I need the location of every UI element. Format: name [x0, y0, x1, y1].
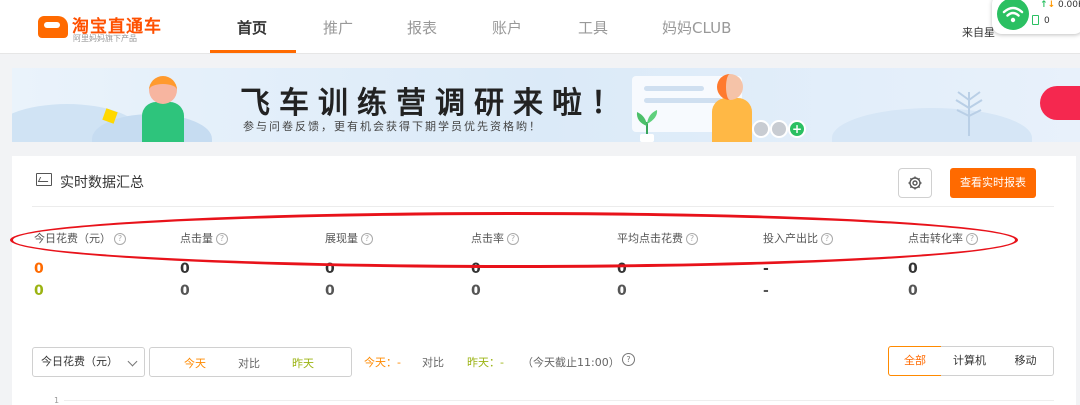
banner-title: 飞车训练营调研来啦！: [240, 86, 630, 121]
metric-select[interactable]: 今日花费（元）: [32, 347, 145, 377]
illustration-person-head: [717, 74, 743, 100]
banner-participate-button[interactable]: 参: [1040, 86, 1080, 120]
network-speed: 0.00K/: [1057, 0, 1080, 10]
leaf-decoration-icon: [955, 91, 983, 136]
help-icon[interactable]: ?: [622, 353, 635, 366]
chart-axis-line: [64, 400, 1054, 401]
nav-reports[interactable]: 报表: [407, 17, 437, 38]
upload-arrow-icon: ↑: [1040, 0, 1048, 10]
user-info[interactable]: 来自星: [962, 24, 995, 40]
nav-mama-club[interactable]: 妈妈CLUB: [662, 17, 731, 38]
card-title: 实时数据汇总: [60, 175, 144, 191]
view-realtime-report-button[interactable]: 查看实时报表: [950, 168, 1036, 198]
download-arrow-icon: ↓: [1047, 0, 1056, 10]
nav-tools[interactable]: 工具: [578, 17, 608, 38]
highlight-annotation: [10, 212, 1018, 268]
chart-axis-tick: 1: [54, 396, 60, 405]
metric-yesterday-cpc: 0: [617, 283, 627, 299]
chart-icon: [36, 173, 52, 186]
legend-today: 今天：-: [364, 356, 401, 369]
promo-banner[interactable]: 飞车训练营调研来啦！ 参与问卷反馈，更有机会获得下期学员优先资格哟！ + 参: [12, 68, 1080, 142]
compare-vs-label: 对比: [238, 357, 260, 370]
network-speed-widget: ↑↓ 0.00K/ 0: [992, 0, 1080, 34]
plus-icon: +: [788, 120, 806, 138]
board-line: [644, 98, 722, 103]
illustration-person-head: [149, 76, 177, 104]
nav-account[interactable]: 账户: [492, 17, 522, 38]
avatar-icon: [752, 120, 770, 138]
car-logo-icon: [38, 16, 68, 38]
metric-yesterday-clicks: 0: [180, 283, 190, 299]
phone-icon: [1032, 15, 1039, 25]
settings-button[interactable]: [898, 168, 932, 198]
compare-yesterday-option[interactable]: 昨天: [292, 355, 314, 371]
legend-vs: 对比: [422, 356, 444, 369]
avatar-icon: [770, 120, 788, 138]
metric-today-clicks: 0: [180, 261, 190, 277]
logo[interactable]: 淘宝直通车 阿里妈妈旗下产品: [38, 12, 168, 44]
banner-hill-decoration: [832, 108, 1032, 142]
gear-icon: [908, 176, 922, 190]
metric-yesterday-roi: -: [763, 283, 769, 299]
compare-today-option[interactable]: 今天: [184, 355, 206, 371]
legend-yesterday: 昨天：-: [467, 356, 504, 369]
banner-subtitle: 参与问卷反馈，更有机会获得下期学员优先资格哟！: [243, 120, 542, 133]
board-line: [644, 86, 704, 91]
active-nav-indicator: [210, 50, 296, 53]
metric-select-value: 今日花费（元）: [41, 355, 118, 368]
device-tab-all[interactable]: 全部: [888, 346, 942, 376]
metric-yesterday-spend: 0: [34, 283, 44, 299]
plant-icon: [636, 110, 658, 142]
metric-yesterday-cvr: 0: [908, 283, 918, 299]
cutoff-note: （今天截止11:00）: [522, 356, 620, 369]
compare-toggle[interactable]: 今天 对比 昨天: [149, 347, 352, 377]
metric-yesterday-impressions: 0: [325, 283, 335, 299]
top-nav-bar: 淘宝直通车 阿里妈妈旗下产品 首页 推广 报表 账户 工具 妈妈CLUB 来自星: [0, 0, 1080, 54]
nav-home[interactable]: 首页: [237, 17, 267, 38]
chevron-down-icon: [127, 356, 138, 367]
logo-subtitle: 阿里妈妈旗下产品: [73, 34, 137, 43]
metric-today-cvr: 0: [908, 261, 918, 277]
metric-yesterday-ctr: 0: [471, 283, 481, 299]
device-tab-mobile[interactable]: 移动: [998, 346, 1054, 376]
wifi-icon: [997, 0, 1029, 30]
nav-promotion[interactable]: 推广: [323, 17, 353, 38]
divider: [32, 206, 1054, 207]
illustration-person: [712, 98, 752, 142]
illustration-person: [142, 102, 184, 142]
metric-today-spend: 0: [34, 261, 44, 277]
network-count: 0: [1044, 16, 1050, 26]
device-tab-computer[interactable]: 计算机: [941, 346, 999, 376]
